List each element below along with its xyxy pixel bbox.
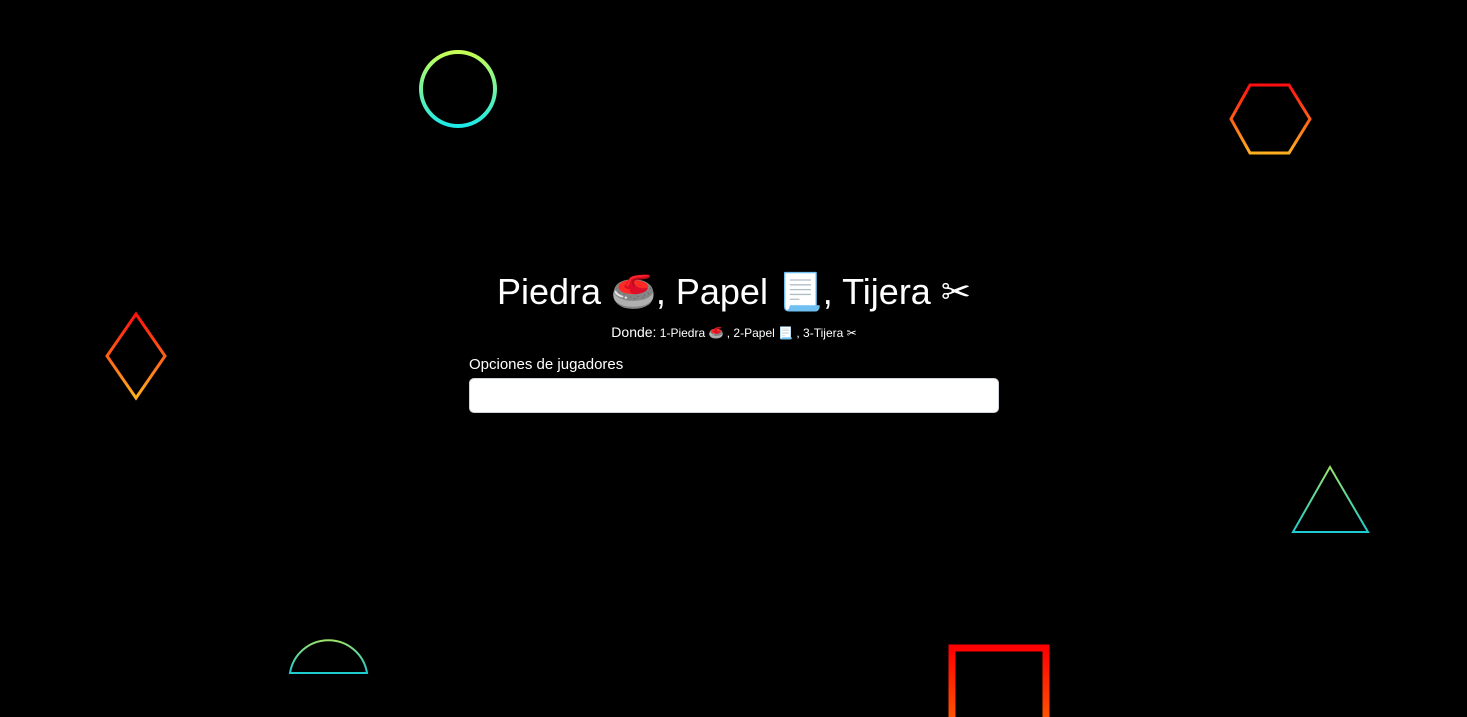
semicircle-shape xyxy=(288,639,369,674)
player-options-label: Opciones de jugadores xyxy=(469,356,624,373)
title-paper-text: , Papel xyxy=(655,271,778,312)
legend-options: 1-Piedra 🥌 , 2-Papel 📃 , 3-Tijera ✂ xyxy=(656,326,857,340)
legend-lead: Donde: xyxy=(611,324,657,340)
options-legend: Donde: 1-Piedra 🥌 , 2-Papel 📃 , 3-Tijera… xyxy=(469,323,999,342)
hexagon-shape xyxy=(1229,83,1312,155)
diamond-shape xyxy=(105,311,167,401)
page-icon: 📃 xyxy=(777,272,823,313)
curling-stone-icon: 🥌 xyxy=(611,272,656,313)
circle-shape xyxy=(419,50,497,128)
player-options-input[interactable] xyxy=(469,378,999,413)
title-rock-text: Piedra xyxy=(496,271,612,312)
triangle-shape xyxy=(1291,464,1370,533)
game-panel: Piedra 🥌, Papel 📃, Tijera ✂ Donde: 1-Pie… xyxy=(469,268,999,413)
page-background: Piedra 🥌, Papel 📃, Tijera ✂ Donde: 1-Pie… xyxy=(0,0,1467,717)
page-title: Piedra 🥌, Papel 📃, Tijera ✂ xyxy=(469,268,999,317)
scissors-icon: ✂ xyxy=(940,272,972,313)
square-shape xyxy=(948,644,1050,717)
title-scissors-text: , Tijera xyxy=(822,271,941,312)
